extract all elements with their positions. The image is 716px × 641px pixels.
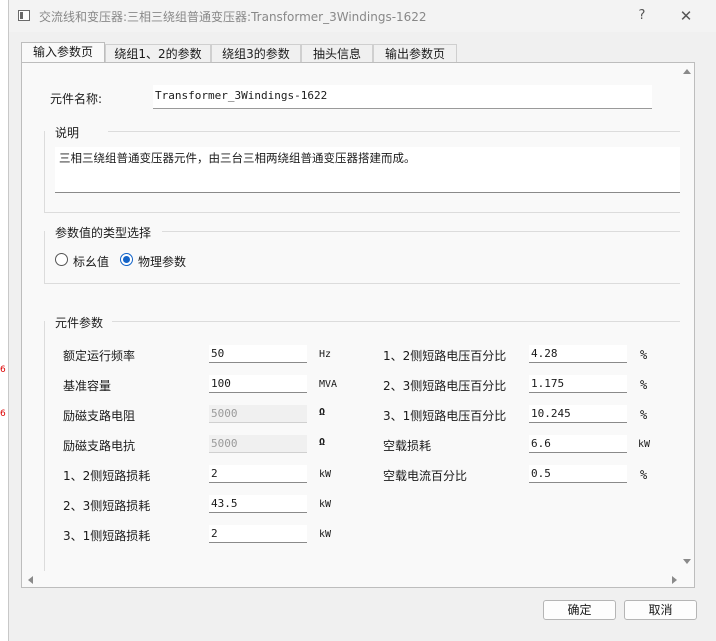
param-input-magnetizing-reactance: 5000 <box>209 435 307 453</box>
param-label-sc-voltage-12: 1、2侧短路电压百分比 <box>383 349 507 363</box>
param-label-frequency: 额定运行频率 <box>63 349 136 363</box>
param-input-sc-loss-23[interactable]: 43.5 <box>209 495 307 513</box>
background-label: 6 <box>0 409 6 419</box>
title-bar[interactable]: 交流线和变压器:三相三绕组普通变压器:Transformer_3Windings… <box>9 0 716 32</box>
param-label-sc-loss-23: 2、3侧短路损耗 <box>63 499 151 513</box>
ok-button[interactable]: 确定 <box>543 600 616 620</box>
param-input-sc-loss-12[interactable]: 2 <box>209 465 307 483</box>
description-textarea[interactable]: 三相三绕组普通变压器元件，由三台三相两绕组普通变压器搭建而成。 <box>55 147 680 193</box>
param-unit: % <box>640 348 648 362</box>
background-label: 6 <box>0 365 6 375</box>
group-border <box>44 131 45 213</box>
param-input-sc-voltage-23[interactable]: 1.175 <box>529 375 627 393</box>
param-label-magnetizing-resistance: 励磁支路电阻 <box>63 409 136 423</box>
param-label-sc-voltage-23: 2、3侧短路电压百分比 <box>383 379 507 393</box>
component-name-input[interactable]: Transformer_3Windings-1622 <box>153 85 652 109</box>
description-label: 说明 <box>55 126 80 140</box>
param-label-magnetizing-reactance: 励磁支路电抗 <box>63 439 136 453</box>
scroll-left-arrow-icon[interactable] <box>28 576 33 584</box>
param-unit: kW <box>319 529 332 540</box>
tab-winding-3[interactable]: 绕组3的参数 <box>211 44 301 62</box>
param-input-base-capacity[interactable]: 100 <box>209 375 307 393</box>
param-input-sc-voltage-12[interactable]: 4.28 <box>529 345 627 363</box>
group-divider <box>108 131 682 132</box>
param-input-sc-loss-31[interactable]: 2 <box>209 525 307 543</box>
vertical-scrollbar[interactable] <box>680 63 694 573</box>
param-unit: Ω <box>319 407 326 418</box>
param-unit: kW <box>638 439 651 450</box>
param-input-sc-voltage-31[interactable]: 10.245 <box>529 405 627 423</box>
scroll-up-arrow-icon[interactable] <box>683 69 691 74</box>
tab-winding-1-2[interactable]: 绕组1、2的参数 <box>105 44 211 62</box>
radio-per-unit[interactable] <box>55 253 68 266</box>
param-input-no-load-current[interactable]: 0.5 <box>529 465 627 483</box>
tab-output-params[interactable]: 输出参数页 <box>373 44 457 62</box>
cancel-button[interactable]: 取消 <box>624 600 697 620</box>
param-label-no-load-current: 空载电流百分比 <box>383 469 468 483</box>
horizontal-scrollbar[interactable] <box>22 573 694 587</box>
group-border <box>44 231 45 283</box>
group-divider <box>162 231 682 232</box>
param-input-no-load-loss[interactable]: 6.6 <box>529 435 627 453</box>
window-title: 交流线和变压器:三相三绕组普通变压器:Transformer_3Windings… <box>39 10 427 24</box>
param-unit: % <box>640 408 648 422</box>
app-icon <box>18 10 30 21</box>
param-label-sc-voltage-31: 3、1侧短路电压百分比 <box>383 409 507 423</box>
param-unit: MVA <box>319 379 338 390</box>
group-divider <box>44 212 684 213</box>
group-divider <box>112 321 682 322</box>
scroll-down-arrow-icon[interactable] <box>683 559 691 564</box>
group-border <box>44 321 45 571</box>
param-unit: kW <box>319 499 332 510</box>
input-params-panel: 元件名称: Transformer_3Windings-1622 说明 三相三绕… <box>21 62 695 588</box>
radio-physical-label[interactable]: 物理参数 <box>138 253 186 270</box>
radio-physical[interactable] <box>120 253 133 266</box>
radio-per-unit-label[interactable]: 标幺值 <box>73 253 109 270</box>
param-type-label: 参数值的类型选择 <box>55 226 152 240</box>
param-input-frequency[interactable]: 50 <box>209 345 307 363</box>
param-input-magnetizing-resistance: 5000 <box>209 405 307 423</box>
param-label-base-capacity: 基准容量 <box>63 379 112 393</box>
param-unit: Hz <box>319 349 332 360</box>
param-label-no-load-loss: 空载损耗 <box>383 439 432 453</box>
group-divider <box>44 283 684 284</box>
tab-tap-info[interactable]: 抽头信息 <box>301 44 373 62</box>
close-button[interactable]: ✕ <box>673 5 699 27</box>
param-unit: kW <box>319 469 332 480</box>
help-button[interactable]: ? <box>629 5 655 27</box>
params-group-label: 元件参数 <box>55 316 104 330</box>
param-unit: Ω <box>319 437 326 448</box>
param-label-sc-loss-12: 1、2侧短路损耗 <box>63 469 151 483</box>
tab-input-params[interactable]: 输入参数页 <box>21 42 105 63</box>
param-unit: % <box>640 468 648 482</box>
properties-dialog: 交流线和变压器:三相三绕组普通变压器:Transformer_3Windings… <box>8 0 716 641</box>
scroll-right-arrow-icon[interactable] <box>672 576 677 584</box>
param-unit: % <box>640 378 648 392</box>
component-name-label: 元件名称: <box>50 92 103 106</box>
param-label-sc-loss-31: 3、1侧短路损耗 <box>63 529 151 543</box>
